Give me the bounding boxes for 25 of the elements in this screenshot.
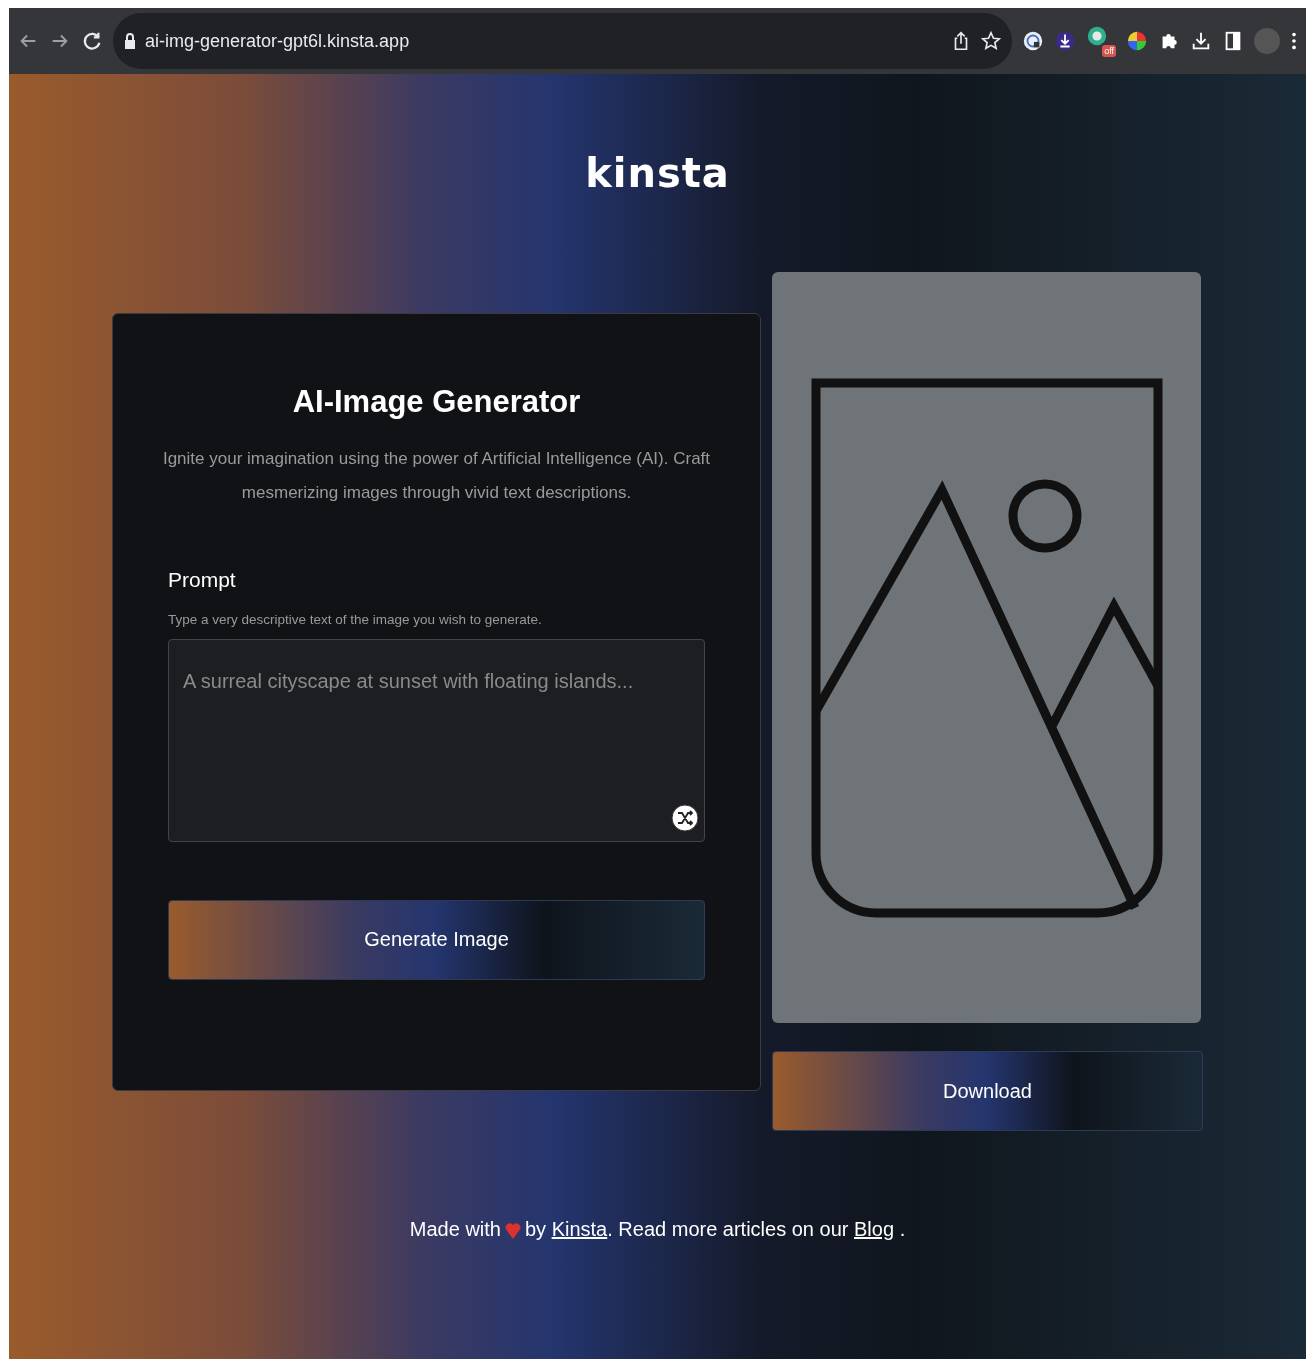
footer-text: Made with by Kinsta. Read more articles on our Blog . [409, 1218, 906, 1241]
lock-icon [123, 30, 137, 52]
extension-badge: off [1102, 45, 1116, 57]
prompt-field[interactable]: A surreal cityscape at sunset with floating islands... [168, 638, 705, 842]
image-placeholder-icon [810, 377, 1163, 918]
kinsta-link[interactable]: Kinsta [551, 1218, 608, 1240]
shuffle-icon[interactable] [671, 803, 699, 832]
address-bar[interactable]: ai-img-generator-gpt6l.kinsta.app [113, 13, 1012, 69]
prompt-label: Prompt [168, 567, 237, 592]
logo: kinsta [585, 150, 730, 196]
reload-icon[interactable] [81, 30, 103, 52]
color-wheel-icon[interactable] [1126, 30, 1148, 52]
heart-icon [504, 1221, 521, 1240]
download-extension-icon[interactable] [1054, 30, 1076, 52]
extension-icon[interactable] [1022, 30, 1044, 52]
download-button[interactable]: Download [772, 1051, 1203, 1131]
url-text: ai-img-generator-gpt6l.kinsta.app [145, 30, 411, 52]
generate-button[interactable]: Generate Image [168, 899, 705, 980]
card-subtitle: Ignite your imagination using the power of Artificial Intelligence (AI). Craft mesmerizing images through vivid text descriptions. [161, 447, 712, 504]
blog-link[interactable]: Blog [854, 1218, 895, 1240]
star-icon[interactable] [980, 30, 1002, 52]
download-icon[interactable] [1190, 30, 1212, 52]
card-title: AI-Image Generator [291, 383, 582, 420]
prompt-hint: Type a very descriptive text of the image you wish to generate. [168, 611, 543, 627]
menu-icon[interactable] [1290, 30, 1298, 52]
